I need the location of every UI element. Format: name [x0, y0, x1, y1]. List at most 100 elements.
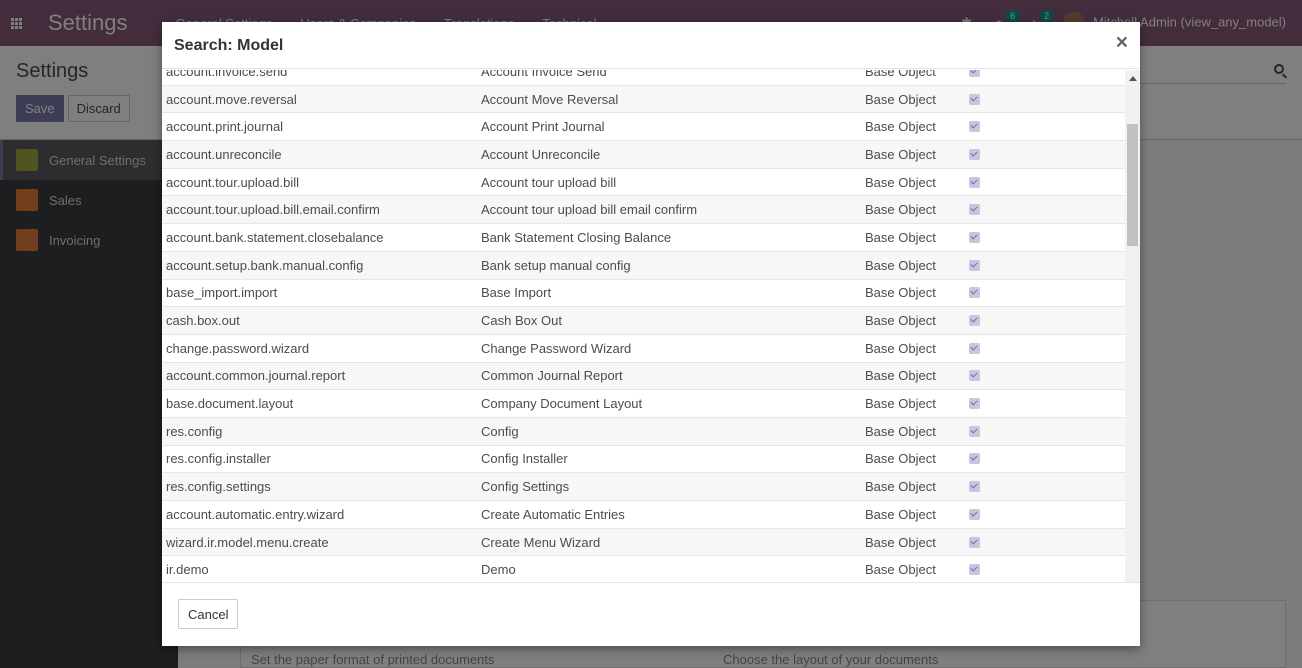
- transient-checkbox-cell: [969, 425, 989, 437]
- description-cell: Config: [481, 423, 519, 439]
- model-cell: account.tour.upload.bill: [166, 174, 299, 190]
- table-row[interactable]: base_import.import Base Import Base Object: [162, 278, 1125, 307]
- transient-checkbox-cell: [969, 287, 989, 299]
- model-cell: account.invoice.send: [166, 70, 288, 79]
- list-scrollbar[interactable]: [1125, 70, 1140, 604]
- scrollbar-thumb[interactable]: [1127, 124, 1138, 246]
- table-row[interactable]: account.setup.bank.manual.config Bank set…: [162, 250, 1125, 279]
- model-cell: ir.demo: [166, 562, 209, 578]
- description-cell: Demo: [481, 562, 516, 578]
- description-cell: Create Automatic Entries: [481, 506, 625, 522]
- checkbox-checked-icon: [969, 287, 980, 299]
- table-row[interactable]: ir.demo Demo Base Object: [162, 555, 1125, 583]
- model-cell: account.automatic.entry.wizard: [166, 506, 345, 522]
- type-cell: Base Object: [865, 368, 936, 384]
- checkbox-checked-icon: [969, 564, 980, 576]
- checkbox-checked-icon: [969, 342, 980, 354]
- model-cell: account.setup.bank.manual.config: [166, 257, 364, 273]
- close-icon[interactable]: ×: [1116, 32, 1128, 53]
- table-row[interactable]: res.config.settings Config Settings Base O…: [162, 472, 1125, 500]
- description-cell: Account Print Journal: [481, 119, 605, 135]
- model-cell: res.config.installer: [166, 451, 271, 467]
- table-row[interactable]: account.automatic.entry.wizard Create Aut…: [162, 500, 1125, 528]
- transient-checkbox-cell: [969, 204, 989, 216]
- transient-checkbox-cell: [969, 370, 989, 382]
- transient-checkbox-cell: [969, 70, 989, 77]
- description-cell: Common Journal Report: [481, 368, 623, 384]
- model-cell: account.unreconcile: [166, 146, 282, 162]
- table-row[interactable]: account.bank.statement.closebalance Bank …: [162, 223, 1125, 251]
- transient-checkbox-cell: [969, 231, 989, 243]
- checkbox-checked-icon: [969, 176, 980, 188]
- checkbox-checked-icon: [969, 536, 980, 548]
- description-cell: Account Invoice Send: [481, 70, 607, 79]
- table-row[interactable]: res.config.installer Config Installer Base…: [162, 444, 1125, 473]
- model-cell: wizard.ir.model.menu.create: [166, 534, 329, 550]
- model-cell: change.password.wizard: [166, 340, 310, 356]
- type-cell: Base Object: [865, 479, 936, 495]
- cancel-button[interactable]: Cancel: [178, 599, 239, 629]
- checkbox-checked-icon: [969, 453, 980, 465]
- table-row[interactable]: account.unreconcile Account Unreconcile Ba…: [162, 140, 1125, 168]
- checkbox-checked-icon: [969, 398, 980, 410]
- checkbox-checked-icon: [969, 93, 980, 105]
- type-cell: Base Object: [865, 396, 936, 412]
- table-row[interactable]: account.tour.upload.bill Account tour upl…: [162, 167, 1125, 196]
- transient-checkbox-cell: [969, 93, 989, 105]
- type-cell: Base Object: [865, 174, 936, 190]
- type-cell: Base Object: [865, 423, 936, 439]
- type-cell: Base Object: [865, 229, 936, 245]
- type-cell: Base Object: [865, 285, 936, 301]
- model-list: account.invoice.send Account Invoice Send…: [162, 70, 1140, 604]
- table-row[interactable]: res.config Config Base Object: [162, 416, 1125, 445]
- transient-checkbox-cell: [969, 536, 989, 548]
- model-cell: account.move.reversal: [166, 91, 297, 107]
- type-cell: Base Object: [865, 70, 936, 79]
- transient-checkbox-cell: [969, 259, 989, 271]
- dialog-footer: Cancel: [162, 582, 1140, 646]
- transient-checkbox-cell: [969, 148, 989, 160]
- description-cell: Config Settings: [481, 479, 570, 495]
- type-cell: Base Object: [865, 119, 936, 135]
- description-cell: Config Installer: [481, 451, 568, 467]
- table-row[interactable]: wizard.ir.model.menu.create Create Menu W…: [162, 527, 1125, 556]
- checkbox-checked-icon: [969, 121, 980, 133]
- transient-checkbox-cell: [969, 176, 989, 188]
- table-row[interactable]: base.document.layout Company Document Lay…: [162, 389, 1125, 417]
- dialog-header: Search: Model ×: [162, 22, 1140, 69]
- description-cell: Create Menu Wizard: [481, 534, 601, 550]
- description-cell: Account Move Reversal: [481, 91, 619, 107]
- transient-checkbox-cell: [969, 481, 989, 493]
- checkbox-checked-icon: [969, 425, 980, 437]
- description-cell: Company Document Layout: [481, 396, 643, 412]
- description-cell: Cash Box Out: [481, 313, 562, 329]
- model-cell: account.tour.upload.bill.email.confirm: [166, 202, 380, 218]
- model-cell: account.print.journal: [166, 119, 284, 135]
- table-row[interactable]: account.print.journal Account Print Journ…: [162, 112, 1125, 140]
- transient-checkbox-cell: [969, 564, 989, 576]
- table-row[interactable]: account.move.reversal Account Move Revers…: [162, 84, 1125, 113]
- model-table: account.invoice.send Account Invoice Send…: [162, 70, 1125, 583]
- transient-checkbox-cell: [969, 453, 989, 465]
- type-cell: Base Object: [865, 257, 936, 273]
- table-row[interactable]: cash.box.out Cash Box Out Base Object: [162, 306, 1125, 334]
- dialog-title: Search: Model: [174, 37, 284, 54]
- search-model-dialog: Search: Model × account.invoice.send Acco…: [162, 22, 1140, 646]
- type-cell: Base Object: [865, 506, 936, 522]
- scroll-up-icon[interactable]: [1129, 76, 1137, 81]
- type-cell: Base Object: [865, 202, 936, 218]
- table-row[interactable]: account.common.journal.report Common Jour…: [162, 361, 1125, 390]
- checkbox-checked-icon: [969, 70, 980, 77]
- type-cell: Base Object: [865, 313, 936, 329]
- table-row[interactable]: account.tour.upload.bill.email.confirm Ac…: [162, 195, 1125, 224]
- model-cell: account.common.journal.report: [166, 368, 346, 384]
- table-row[interactable]: account.invoice.send Account Invoice Send…: [162, 70, 1125, 85]
- checkbox-checked-icon: [969, 231, 980, 243]
- transient-checkbox-cell: [969, 315, 989, 327]
- description-cell: Bank setup manual config: [481, 257, 631, 273]
- description-cell: Account tour upload bill email confirm: [481, 202, 698, 218]
- description-cell: Account tour upload bill: [481, 174, 617, 190]
- checkbox-checked-icon: [969, 148, 980, 160]
- description-cell: Bank Statement Closing Balance: [481, 229, 672, 245]
- table-row[interactable]: change.password.wizard Change Password Wi…: [162, 333, 1125, 362]
